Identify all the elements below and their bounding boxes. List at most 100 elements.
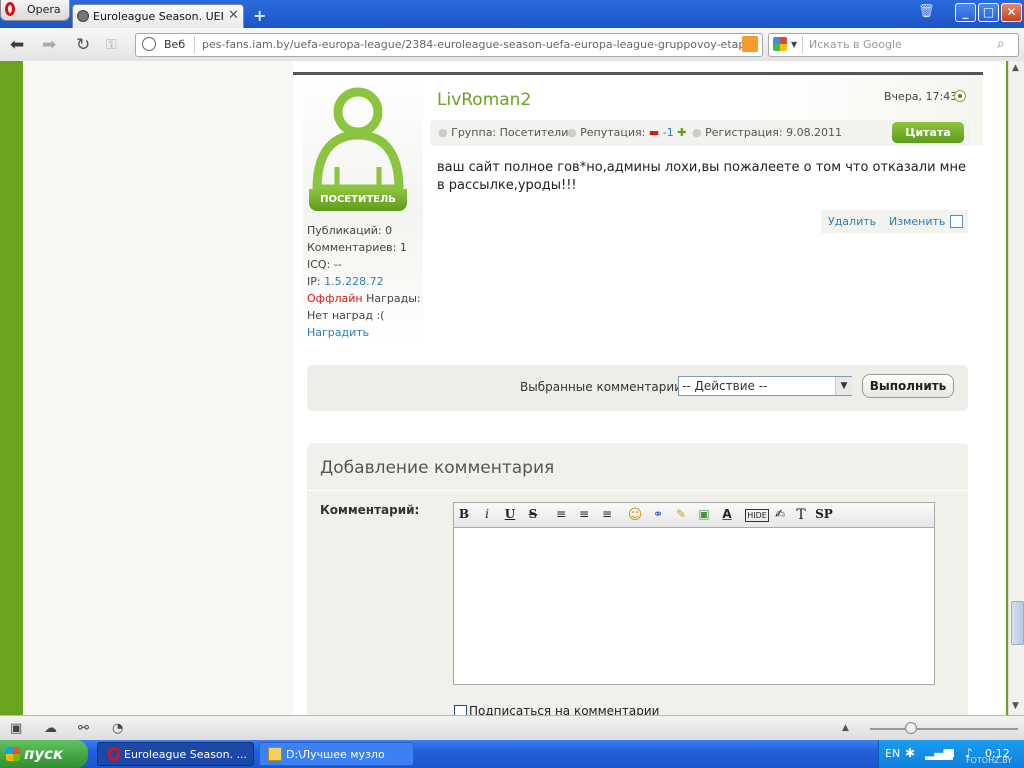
windows-logo-icon: [6, 747, 20, 761]
align-right-icon[interactable]: ≡: [598, 507, 616, 521]
taskbar-item-opera[interactable]: Euroleague Season. ...: [97, 742, 254, 766]
opera-logo-icon: [108, 747, 120, 761]
vertical-scrollbar[interactable]: ▲ ▼: [1008, 61, 1024, 715]
avatar[interactable]: [307, 87, 409, 197]
comment-textarea[interactable]: [453, 528, 935, 685]
search-bar[interactable]: ▼ Искать в Google ⌕: [768, 33, 1019, 57]
reputation-minus-icon[interactable]: ▬: [649, 126, 659, 139]
tab-close-icon[interactable]: ✕: [228, 8, 239, 23]
strikethrough-button[interactable]: S: [524, 507, 542, 521]
bold-button[interactable]: B: [455, 507, 473, 521]
google-icon[interactable]: [773, 37, 787, 51]
user-rank-badge: ПОСЕТИТЕЛЬ: [309, 189, 407, 211]
user-comments-count: Комментариев: 1: [307, 241, 407, 254]
bulk-action-label: Выбранные комментарии:: [520, 380, 686, 394]
network-icon[interactable]: ⊠: [945, 746, 955, 760]
unite-cloud-icon[interactable]: ☁: [44, 721, 57, 736]
turbo-gauge-icon[interactable]: ◔: [112, 721, 123, 736]
reload-icon[interactable]: ↻: [76, 35, 90, 55]
address-bar[interactable]: Веб pes-fans.iam.by/uefa-europa-league/2…: [135, 33, 763, 57]
spoiler-button[interactable]: SP: [815, 507, 833, 521]
user-publications: Публикаций: 0: [307, 224, 393, 237]
pen-icon[interactable]: ✍: [771, 507, 789, 521]
close-window-button[interactable]: ✕: [1001, 3, 1022, 22]
url-text[interactable]: pes-fans.iam.by/uefa-europa-league/2384-…: [202, 38, 742, 51]
reputation-label: Репутация:: [580, 126, 646, 139]
scroll-down-icon[interactable]: ▼: [1012, 701, 1019, 711]
bulk-action-select[interactable]: -- Действие --: [678, 376, 852, 396]
folder-icon: [268, 747, 282, 761]
opera-menu-label: Opera: [27, 3, 61, 16]
hide-link-icon[interactable]: ✎: [672, 507, 690, 521]
execute-button[interactable]: Выполнить: [862, 374, 954, 398]
page-left-margin: [0, 61, 23, 715]
tab-title: Euroleague Season. UEF...: [93, 10, 223, 23]
font-type-icon[interactable]: T: [792, 507, 810, 523]
chevron-up-icon[interactable]: ▲: [842, 723, 849, 733]
user-registration: ● Регистрация: 9.08.2011: [692, 126, 843, 139]
font-color-icon[interactable]: A: [718, 507, 736, 521]
link-icon[interactable]: ⚭: [649, 507, 667, 521]
watermark-text: FOTOHZ.BY: [966, 756, 1013, 765]
search-icon[interactable]: ⌕: [997, 36, 1005, 52]
italic-button[interactable]: i: [478, 507, 496, 521]
chevron-down-icon[interactable]: ▼: [791, 40, 797, 49]
forward-arrow-icon[interactable]: ➡: [42, 35, 56, 55]
bluetooth-icon[interactable]: ✱: [905, 746, 915, 760]
address-divider: [194, 36, 195, 53]
user-status: Оффлайн Награды:: [307, 292, 421, 305]
comment-author[interactable]: LivRoman2: [437, 90, 531, 110]
user-group-text: Группа: Посетители: [451, 126, 569, 139]
navigation-bar: ⬅ ➡ ↻ ⚿ Веб pes-fans.iam.by/uefa-europa-…: [0, 28, 1024, 62]
key-icon[interactable]: ⚿: [106, 37, 117, 53]
language-indicator[interactable]: EN: [885, 747, 900, 760]
page-left-panel: [23, 61, 293, 715]
site-favicon-icon: [77, 10, 89, 22]
globe-icon: [142, 37, 156, 51]
chevron-down-icon[interactable]: ▼: [835, 377, 852, 395]
offline-status: Оффлайн: [307, 292, 363, 305]
reputation-plus-icon[interactable]: ✚: [677, 126, 686, 139]
opera-logo-icon: [5, 2, 15, 16]
award-link[interactable]: Наградить: [307, 326, 369, 339]
taskbar-item-folder[interactable]: D:\Лучшее музло: [259, 742, 414, 766]
user-group: ● Группа: Посетители: [438, 126, 569, 139]
comment-select-checkbox[interactable]: [950, 215, 963, 228]
maximize-button[interactable]: □: [978, 3, 999, 22]
user-icq: ICQ: --: [307, 258, 342, 271]
add-comment-title: Добавление комментария: [320, 458, 555, 478]
quote-button[interactable]: Цитата: [892, 122, 964, 143]
trash-icon[interactable]: 🗑: [918, 4, 936, 20]
image-icon[interactable]: ▣: [695, 507, 713, 521]
comment-date: Вчера, 17:43: [884, 90, 958, 103]
awards-label: Награды:: [366, 292, 421, 305]
underline-button[interactable]: U: [501, 507, 519, 521]
search-divider: [802, 36, 803, 53]
search-input[interactable]: Искать в Google: [809, 38, 902, 51]
tab-active[interactable]: Euroleague Season. UEF... ✕: [72, 4, 244, 29]
new-tab-button[interactable]: +: [253, 6, 266, 25]
zoom-slider[interactable]: [870, 728, 1018, 730]
rss-feed-icon[interactable]: [742, 36, 758, 52]
scroll-thumb[interactable]: [1011, 601, 1024, 645]
panel-toggle-icon[interactable]: ▣: [10, 721, 22, 736]
user-ip: IP: 1.5.228.72: [307, 275, 384, 288]
align-center-icon[interactable]: ≡: [575, 507, 593, 521]
user-ip-link[interactable]: 1.5.228.72: [324, 275, 383, 288]
share-icon[interactable]: ⚯: [78, 721, 89, 736]
smiley-icon[interactable]: ☺: [626, 507, 644, 523]
user-ip-label: IP:: [307, 275, 321, 288]
scroll-up-icon[interactable]: ▲: [1012, 63, 1019, 73]
minimize-button[interactable]: _: [955, 3, 976, 22]
opera-menu-button[interactable]: Opera: [0, 0, 70, 21]
reputation-value: -1: [662, 126, 674, 139]
hide-button[interactable]: HIDE: [745, 509, 769, 522]
delete-link[interactable]: Удалить: [828, 215, 876, 228]
align-left-icon[interactable]: ≡: [552, 507, 570, 521]
back-arrow-icon[interactable]: ⬅: [10, 35, 24, 55]
comment-field-label: Комментарий:: [320, 503, 420, 517]
edit-link[interactable]: Изменить: [889, 215, 945, 228]
awards-value: Нет наград :(: [307, 309, 385, 322]
zoom-slider-knob[interactable]: [905, 722, 917, 734]
browser-status-bar: ▣ ☁ ⚯ ◔ ▲: [0, 715, 1024, 741]
